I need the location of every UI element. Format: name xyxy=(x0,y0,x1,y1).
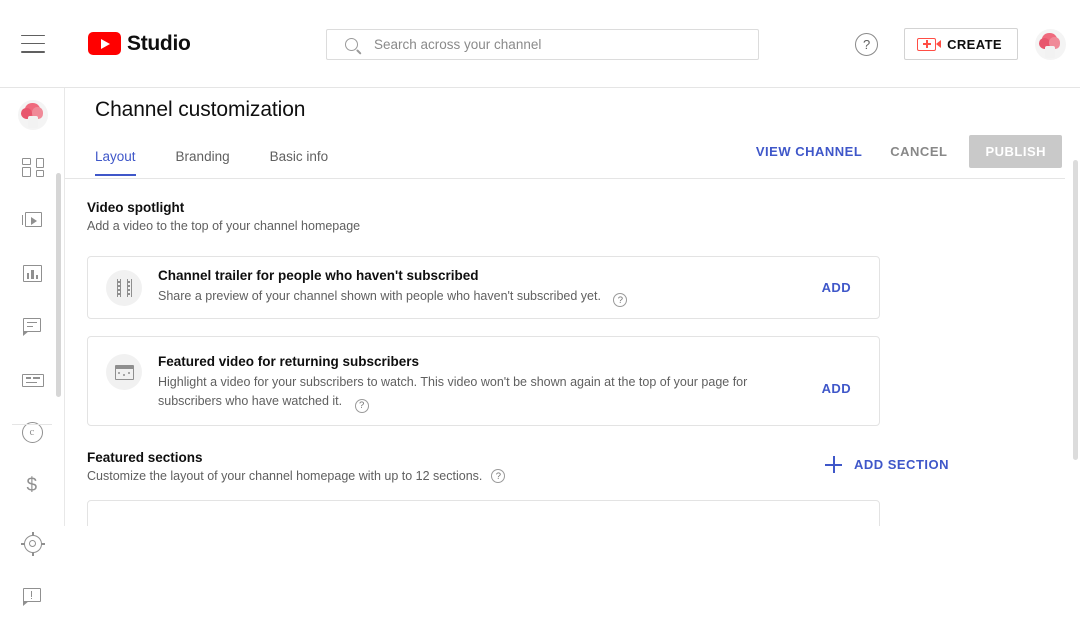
section-subtitle-text: Customize the layout of your channel hom… xyxy=(87,469,483,483)
dashboard-grid-icon xyxy=(21,157,44,179)
sidebar-item-copyright[interactable]: c xyxy=(0,406,65,459)
featured-video-card[interactable]: Featured video for returning subscribers… xyxy=(87,336,880,426)
header-actions: ? CREATE xyxy=(855,0,1066,88)
sidebar-item-settings[interactable] xyxy=(0,517,65,570)
search-bar[interactable] xyxy=(326,29,759,60)
section-title: Featured sections xyxy=(87,450,203,465)
tab-layout[interactable]: Layout xyxy=(95,144,136,176)
top-header: Studio ? CREATE xyxy=(0,0,1080,88)
feedback-exclamation-icon xyxy=(22,586,44,608)
tab-basic-info[interactable]: Basic info xyxy=(270,144,329,176)
channel-trailer-card[interactable]: Channel trailer for people who haven't s… xyxy=(87,256,880,319)
section-subtitle: Add a video to the top of your channel h… xyxy=(87,219,360,233)
help-icon[interactable]: ? xyxy=(613,293,628,308)
subtitles-icon xyxy=(21,369,44,391)
main-content: Channel customization Layout Branding Ba… xyxy=(65,88,1080,526)
view-channel-button[interactable]: VIEW CHANNEL xyxy=(746,136,872,167)
help-icon[interactable]: ? xyxy=(855,32,879,56)
plus-icon xyxy=(824,456,842,473)
card-description-text: Share a preview of your channel shown wi… xyxy=(158,288,601,303)
card-title: Channel trailer for people who haven't s… xyxy=(158,267,479,283)
help-icon[interactable]: ? xyxy=(491,469,506,483)
create-button-label: CREATE xyxy=(947,36,1002,52)
card-title: Featured video for returning subscribers xyxy=(158,354,420,369)
video-camera-plus-icon xyxy=(917,37,942,51)
avatar xyxy=(17,99,48,130)
card-description: Share a preview of your channel shown wi… xyxy=(158,287,812,308)
avatar[interactable] xyxy=(1035,28,1066,60)
publish-button: PUBLISH xyxy=(969,135,1062,168)
add-section-button[interactable]: ADD SECTION xyxy=(824,456,949,473)
sidebar-item-send-feedback[interactable] xyxy=(0,570,65,623)
video-spotlight-header: Video spotlight Add a video to the top o… xyxy=(87,200,360,233)
featured-video-icon xyxy=(106,354,142,390)
featured-section-row[interactable] xyxy=(87,500,880,526)
search-icon xyxy=(345,38,358,51)
brand-label: Studio xyxy=(127,31,191,55)
main-scrollbar[interactable] xyxy=(1073,160,1078,460)
create-button[interactable]: CREATE xyxy=(904,28,1018,60)
youtube-logo-icon xyxy=(88,32,121,55)
sidebar-item-earn[interactable]: $ xyxy=(0,459,65,512)
section-subtitle-text: Add a video to the top of your channel h… xyxy=(87,219,361,233)
card-body: Channel trailer for people who haven't s… xyxy=(158,268,822,308)
add-section-label: ADD SECTION xyxy=(853,457,949,472)
sidebar-divider xyxy=(12,424,52,425)
card-description-text: Highlight a video for your subscribers t… xyxy=(158,375,748,408)
section-subtitle: Customize the layout of your channel hom… xyxy=(87,469,506,483)
sidebar-scrollbar[interactable] xyxy=(56,173,61,397)
tab-branding[interactable]: Branding xyxy=(176,144,230,176)
dollar-sign-icon: $ xyxy=(26,474,38,496)
page-title: Channel customization xyxy=(95,98,306,121)
gear-icon xyxy=(20,531,45,556)
left-sidebar: c $ xyxy=(0,88,65,606)
featured-sections-header: Featured sections Customize the layout o… xyxy=(87,450,506,483)
card-body: Featured video for returning subscribers… xyxy=(158,354,822,413)
video-play-icon xyxy=(21,210,44,232)
search-input[interactable] xyxy=(374,37,734,52)
film-strip-icon xyxy=(106,269,142,306)
sidebar-item-your-channel[interactable] xyxy=(0,88,65,141)
comment-bubble-icon xyxy=(22,316,44,338)
card-description: Highlight a video for your subscribers t… xyxy=(158,373,812,413)
page-actions: VIEW CHANNEL CANCEL PUBLISH xyxy=(746,135,1062,168)
bar-chart-icon xyxy=(22,263,44,285)
studio-brand-logo[interactable]: Studio xyxy=(88,32,191,56)
hamburger-menu-icon[interactable] xyxy=(21,34,45,53)
cancel-button[interactable]: CANCEL xyxy=(880,136,957,167)
section-title: Video spotlight xyxy=(87,200,185,215)
add-featured-video-button[interactable]: ADD xyxy=(822,381,851,396)
add-trailer-button[interactable]: ADD xyxy=(822,280,851,295)
help-icon[interactable]: ? xyxy=(354,398,369,413)
